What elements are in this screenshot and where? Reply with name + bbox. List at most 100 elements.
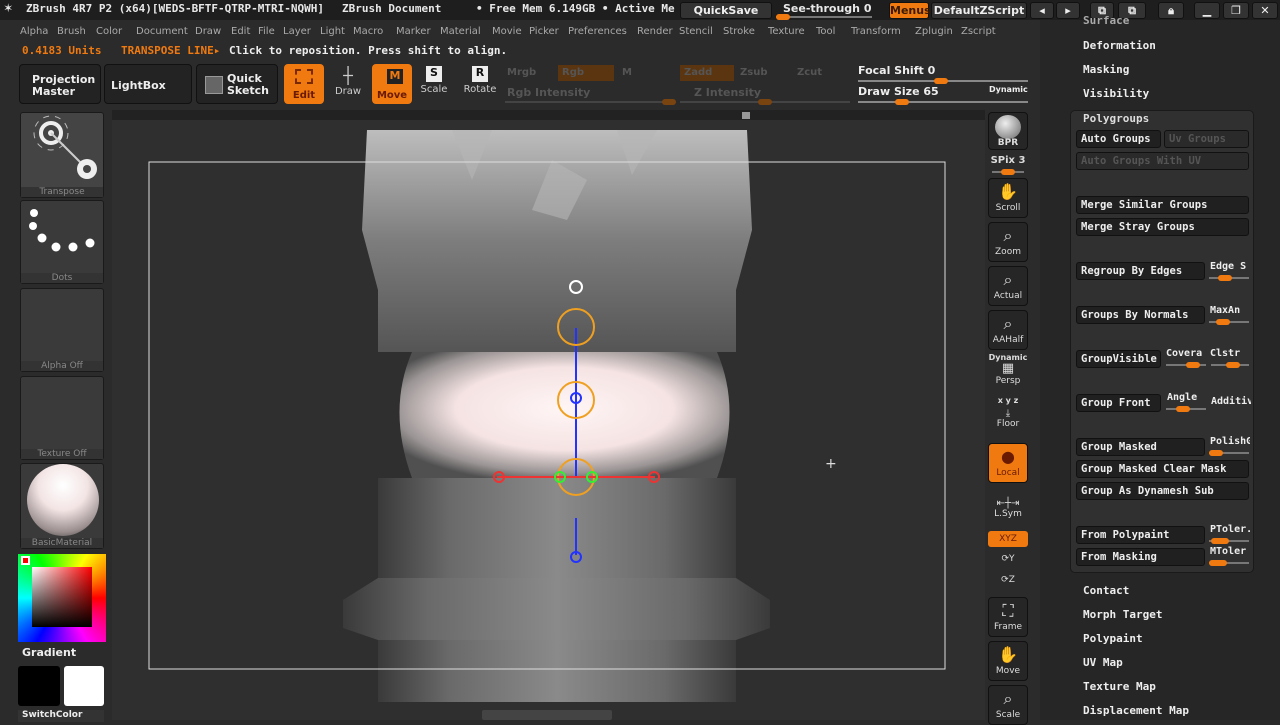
rgb-intensity-slider[interactable] [505,99,676,105]
menu-brush[interactable]: Brush [57,26,86,37]
angle-slider[interactable] [1166,406,1206,412]
clstr-slider[interactable] [1211,362,1249,368]
group-masked-clear-mask-button[interactable]: Group Masked Clear Mask [1076,460,1249,478]
group-visible-button[interactable]: GroupVisible [1076,350,1161,368]
menu-texture[interactable]: Texture [768,26,805,37]
from-polypaint-button[interactable]: From Polypaint [1076,526,1205,544]
main-color-swatch[interactable] [64,666,104,706]
group-front-button[interactable]: Group Front [1076,394,1161,412]
merge-stray-groups-button[interactable]: Merge Stray Groups [1076,218,1249,236]
actual-button[interactable]: ⌕ Actual [988,266,1028,306]
ptoler-slider[interactable] [1209,538,1249,544]
menu-alpha[interactable]: Alpha [20,26,48,37]
default-zscript-button[interactable]: DefaultZScript [931,2,1027,19]
texture-map-section[interactable]: Texture Map [1083,680,1156,693]
rotate-button[interactable]: R Rotate [462,66,498,95]
morph-target-section[interactable]: Morph Target [1083,608,1162,621]
scroll-left-icon[interactable]: ◂ [1030,2,1054,19]
zoom-button[interactable]: ⌕ Zoom [988,222,1028,262]
z-intensity-slider[interactable] [680,99,850,105]
spix-slider[interactable] [992,169,1024,175]
uv-groups-button[interactable]: Uv Groups [1164,130,1249,148]
menu-zscript[interactable]: Zscript [961,26,996,37]
menu-preferences[interactable]: Preferences [568,26,627,37]
scale-view-button[interactable]: ⌕ Scale [988,685,1028,725]
draw-button[interactable]: ┼ Draw [330,66,366,97]
menu-document[interactable]: Document [136,26,188,37]
color-saturation-square[interactable] [32,567,92,627]
edit-button[interactable]: Edit [284,64,324,104]
menu-tool[interactable]: Tool [816,26,835,37]
bpr-button[interactable]: BPR [988,112,1028,150]
see-through-slider[interactable] [776,14,872,20]
rotate-z-button[interactable]: ⟳Z [986,575,1030,585]
persp-button[interactable]: ▦ Persp [986,362,1030,387]
auto-groups-button[interactable]: Auto Groups [1076,130,1161,148]
additive-toggle[interactable]: Additiv [1211,396,1251,407]
canvas-bottom-scroll[interactable] [482,710,612,720]
auto-groups-with-uv-button[interactable]: Auto Groups With UV [1076,152,1249,170]
rotate-xyz-button[interactable]: XYZ [988,531,1028,547]
merge-similar-groups-button[interactable]: Merge Similar Groups [1076,196,1249,214]
quicksave-button[interactable]: QuickSave [680,2,772,19]
frame-button[interactable]: ⛶ Frame [988,597,1028,637]
menu-material[interactable]: Material [440,26,481,37]
scale-button[interactable]: S Scale [417,66,451,95]
switch-color-button[interactable]: SwitchColor [18,710,104,722]
dynamic-toggle[interactable]: Dynamic [989,85,1028,94]
menu-macro[interactable]: Macro [353,26,383,37]
move-button[interactable]: M Move [372,64,412,104]
canvas-scroll-thumb[interactable] [742,112,750,119]
menu-marker[interactable]: Marker [396,26,431,37]
regroup-by-edges-button[interactable]: Regroup By Edges [1076,262,1205,280]
menu-movie[interactable]: Movie [492,26,522,37]
uv-map-section[interactable]: UV Map [1083,656,1123,669]
rotate-y-button[interactable]: ⟳Y [986,554,1030,564]
menu-zplugin[interactable]: Zplugin [915,26,953,37]
menu-light[interactable]: Light [320,26,345,37]
close-icon[interactable]: ✕ [1252,2,1278,19]
zadd-button[interactable]: Zadd [680,65,734,81]
edge-s-slider[interactable] [1209,275,1249,281]
menu-edit[interactable]: Edit [231,26,250,37]
alpha-selector[interactable]: Alpha Off [20,288,104,372]
lsym-button[interactable]: ⇤┼⇥ L.Sym [986,498,1030,519]
restore-icon[interactable]: ❐ [1223,2,1249,19]
hue-marker[interactable] [21,556,30,565]
floor-button[interactable]: ⤓ Floor [986,408,1030,429]
local-button[interactable]: ● Local [988,443,1028,483]
projection-master-button[interactable]: Projection Master [19,64,101,104]
quick-sketch-button[interactable]: Quick Sketch [196,64,278,104]
draw-size-slider[interactable] [858,99,1028,105]
brush-selector[interactable]: Transpose [20,112,104,198]
mtoler-slider[interactable] [1209,560,1249,566]
surface-section[interactable]: Surface [1083,14,1129,27]
secondary-color-swatch[interactable] [18,666,60,706]
menus-button[interactable]: Menus [889,2,931,19]
viewport-canvas[interactable]: + [112,120,985,720]
lightbox-button[interactable]: LightBox [104,64,192,104]
zcut-button[interactable]: Zcut [797,67,822,78]
lock-icon[interactable]: 🔒︎ [1158,2,1184,19]
menu-render[interactable]: Render [637,26,673,37]
rgb-button[interactable]: Rgb [558,65,614,81]
menu-stroke[interactable]: Stroke [723,26,755,37]
menu-layer[interactable]: Layer [283,26,311,37]
stroke-selector[interactable]: Dots [20,200,104,284]
visibility-section[interactable]: Visibility [1083,87,1149,100]
menu-transform[interactable]: Transform [851,26,901,37]
menu-file[interactable]: File [258,26,275,37]
aahalf-button[interactable]: ⌕ AAHalf [988,310,1028,350]
polypaint-section[interactable]: Polypaint [1083,632,1143,645]
from-masking-button[interactable]: From Masking [1076,548,1205,566]
maxangle-slider[interactable] [1209,319,1249,325]
masking-section[interactable]: Masking [1083,63,1129,76]
coverage-slider[interactable] [1166,362,1206,368]
material-selector[interactable]: BasicMaterial [20,463,104,549]
menu-stencil[interactable]: Stencil [679,26,713,37]
scroll-right-icon[interactable]: ▸ [1056,2,1080,19]
menu-color[interactable]: Color [96,26,122,37]
contact-section[interactable]: Contact [1083,584,1129,597]
color-picker[interactable] [18,554,106,642]
mrgb-button[interactable]: Mrgb [507,67,536,78]
